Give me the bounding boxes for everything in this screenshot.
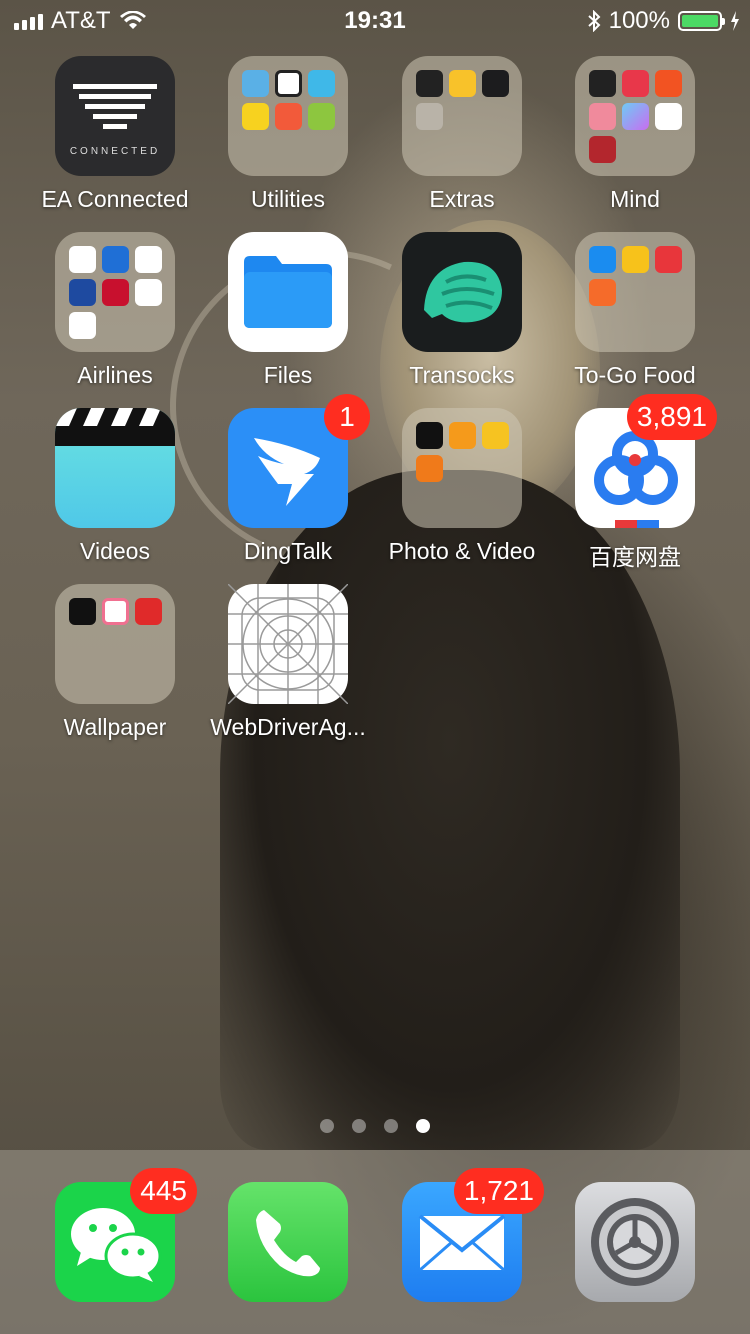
page-dot[interactable] (384, 1119, 398, 1133)
dock: 445 1,721 (0, 1150, 750, 1334)
app-dingtalk[interactable]: 1 DingTalk (201, 394, 375, 565)
battery-icon (678, 11, 725, 31)
app-ea-connected[interactable]: CONNECTED EA Connected (28, 56, 202, 213)
wechat-icon: 445 (55, 1168, 197, 1302)
mail-icon: 1,721 (402, 1168, 544, 1302)
folder-icon (402, 408, 522, 528)
app-label: Airlines (77, 362, 153, 388)
app-label: WebDriverAg... (210, 714, 366, 740)
app-label: DingTalk (243, 538, 333, 564)
folder-icon (55, 232, 175, 352)
notification-badge: 445 (130, 1168, 197, 1214)
app-files[interactable]: Files (201, 232, 375, 389)
app-label: Transocks (409, 362, 515, 388)
folder-to-go-food[interactable]: To-Go Food (548, 232, 722, 389)
page-dot[interactable] (320, 1119, 334, 1133)
app-settings[interactable] (548, 1182, 722, 1302)
dingtalk-icon: 1 (228, 394, 370, 528)
ea-connected-icon: CONNECTED (55, 56, 175, 176)
battery-percentage: 100% (608, 7, 670, 34)
app-label: Utilities (250, 186, 326, 212)
app-wechat[interactable]: 445 (28, 1168, 202, 1302)
notification-badge: 1 (324, 394, 370, 440)
app-mail[interactable]: 1,721 (375, 1168, 549, 1302)
app-label: Photo & Video (388, 538, 536, 564)
app-videos[interactable]: Videos (28, 408, 202, 565)
folder-icon (228, 56, 348, 176)
app-label: Videos (80, 538, 150, 564)
app-label: Mind (610, 186, 660, 212)
notification-badge: 1,721 (453, 1168, 544, 1214)
app-label: 百度网盘 (589, 544, 681, 570)
folder-utilities[interactable]: Utilities (201, 56, 375, 213)
phone-icon (228, 1182, 348, 1302)
clapperboard-icon (55, 408, 175, 528)
page-indicator[interactable] (0, 1119, 750, 1133)
page-dot[interactable] (352, 1119, 366, 1133)
folder-icon (575, 232, 695, 352)
app-transocks[interactable]: Transocks (375, 232, 549, 389)
files-icon (228, 232, 348, 352)
app-label: To-Go Food (574, 362, 696, 388)
app-label: Extras (429, 186, 495, 212)
page-dot-active[interactable] (416, 1119, 430, 1133)
bluetooth-icon (587, 10, 601, 32)
folder-extras[interactable]: Extras (375, 56, 549, 213)
notification-badge: 3,891 (626, 394, 717, 440)
folder-wallpaper[interactable]: Wallpaper (28, 584, 202, 741)
settings-gear-icon (575, 1182, 695, 1302)
folder-airlines[interactable]: Airlines (28, 232, 202, 389)
ea-connected-wordmark: CONNECTED (69, 146, 161, 157)
folder-mind[interactable]: Mind (548, 56, 722, 213)
app-webdriveragent[interactable]: WebDriverAg... (201, 583, 375, 741)
app-grid-template-icon (227, 583, 349, 705)
app-label: Wallpaper (63, 714, 167, 740)
app-phone[interactable] (201, 1182, 375, 1302)
app-baidu-pan[interactable]: 3,891 百度网盘 (548, 394, 722, 572)
baidu-cloud-icon: 3,891 (575, 394, 717, 528)
folder-icon (402, 56, 522, 176)
pangolin-icon (402, 232, 522, 352)
folder-photo-video[interactable]: Photo & Video (375, 408, 549, 565)
status-bar: AT&T 19:31 100% (0, 0, 750, 40)
app-label: Files (263, 362, 313, 388)
folder-icon (55, 584, 175, 704)
app-label: EA Connected (41, 186, 189, 212)
charging-bolt-icon (731, 11, 739, 31)
folder-icon (575, 56, 695, 176)
